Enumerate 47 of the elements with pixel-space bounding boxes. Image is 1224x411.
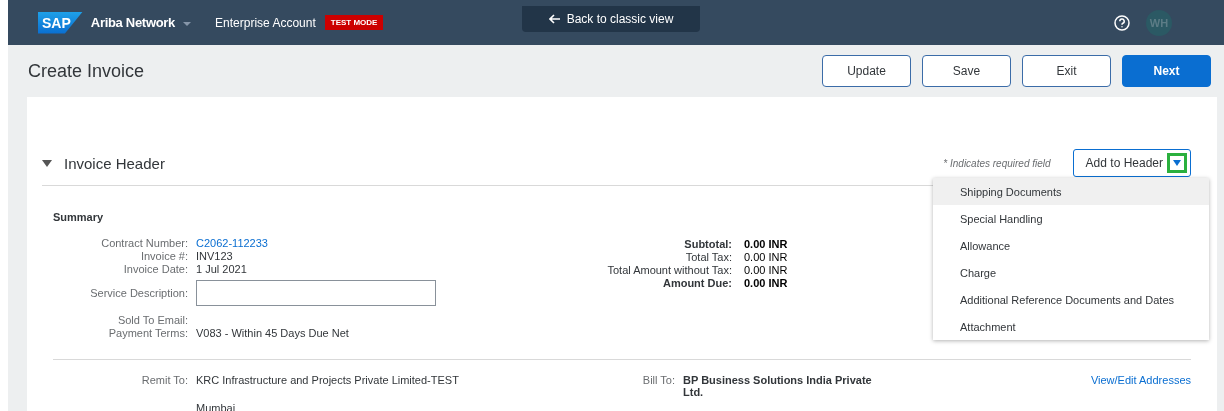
bill-to-value: BP Business Solutions India Private Ltd. (683, 374, 873, 400)
mode-badge: TEST MODE (324, 15, 384, 30)
total-label: Total Amount without Tax: (606, 264, 732, 277)
caret-icon[interactable] (1167, 153, 1187, 173)
menu-item[interactable]: Shipping Documents (933, 178, 1209, 205)
help-icon[interactable] (1114, 14, 1130, 31)
field-label: Invoice #: (139, 250, 188, 263)
total-label: Total Tax: (684, 251, 732, 264)
menu-item[interactable]: Charge (933, 259, 1209, 286)
page-title: Create Invoice (28, 60, 146, 82)
edit-addresses-link[interactable]: View/Edit Addresses (1090, 374, 1191, 411)
logo: SAP (38, 11, 83, 34)
field-label: Payment Terms: (107, 327, 188, 340)
action-button[interactable]: Exit (1022, 55, 1111, 87)
action-button[interactable]: Save (922, 55, 1011, 87)
arrow-left-icon (548, 14, 561, 24)
action-button[interactable]: Update (822, 55, 911, 87)
total-value: 0.00 INR (744, 238, 788, 251)
back-button[interactable]: Back to classic view (522, 6, 700, 32)
account-name: Enterprise Account (215, 15, 316, 30)
product-name[interactable]: Ariba Network (90, 15, 176, 30)
total-label: Amount Due: (661, 277, 732, 290)
total-value: 0.00 INR (744, 264, 788, 277)
input-field[interactable] (196, 280, 436, 306)
menu-item[interactable]: Allowance (933, 232, 1209, 259)
field-value: V083 - Within 45 Days Due Net (196, 327, 350, 340)
section-title[interactable]: Invoice Header (64, 154, 944, 172)
contract-link[interactable]: C2062-112233 (196, 237, 553, 250)
field-label: Sold To Email: (116, 314, 188, 327)
summary-heading: Summary (53, 211, 105, 223)
field-value: 1 Jul 2021 (196, 263, 248, 276)
total-label: Subtotal: (683, 238, 732, 251)
required-note: * Indicates required field (943, 157, 1051, 169)
address-line: KRC Infrastructure and Projects Private Limited-TEST (196, 374, 460, 386)
menu-item[interactable]: Special Handling (933, 205, 1209, 232)
field-label: Contract Number: (100, 237, 188, 250)
field-label: Invoice Date: (122, 263, 188, 276)
field-value: INV123 (196, 250, 234, 263)
total-value: 0.00 INR (744, 251, 788, 264)
field-label: Remit To: (140, 374, 188, 388)
menu-item[interactable]: Attachment (933, 313, 1209, 340)
action-button[interactable]: Next (1122, 55, 1211, 87)
menu-item[interactable]: Additional Reference Documents and Dates (933, 286, 1209, 313)
field-label: Service Description: (89, 286, 188, 300)
add-to-header-button[interactable]: Add to Header (1072, 149, 1191, 177)
field-label: Bill To: (641, 374, 675, 388)
total-value: 0.00 INR (744, 277, 788, 290)
